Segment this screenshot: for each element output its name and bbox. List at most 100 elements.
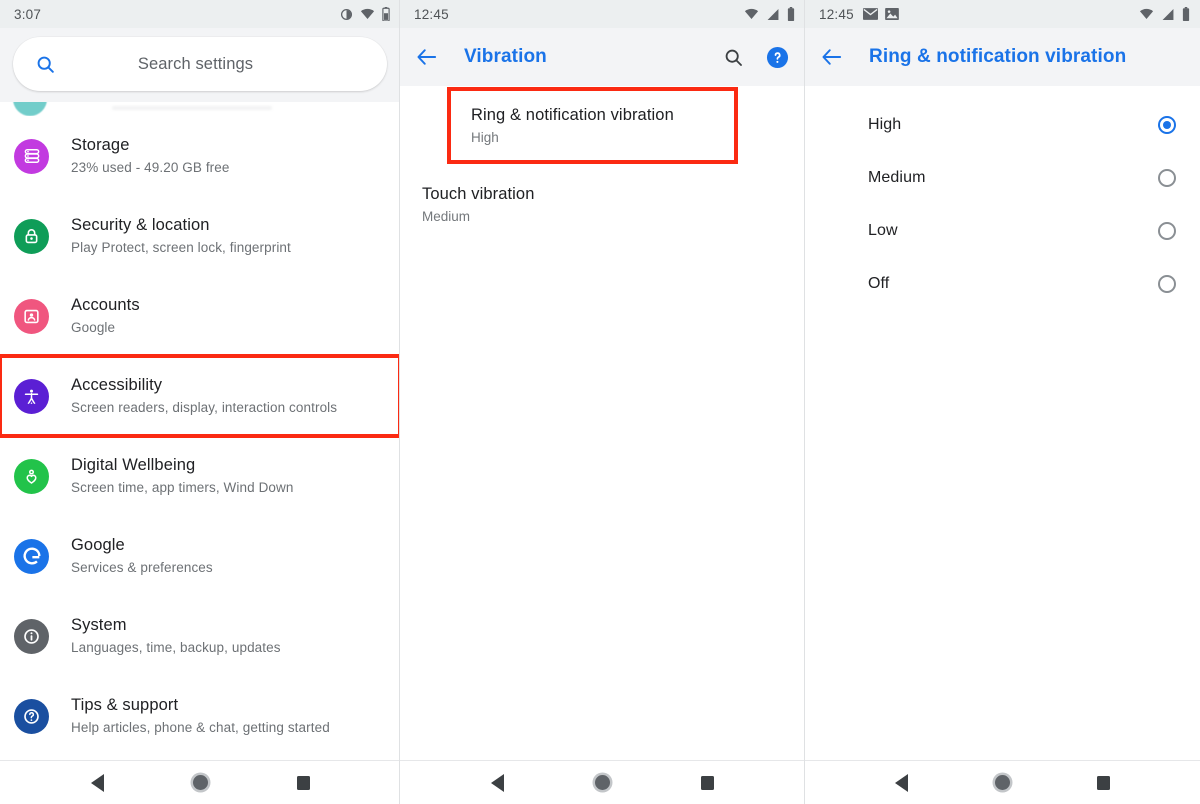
- sidebar-item-subtitle: Play Protect, screen lock, fingerprint: [71, 240, 291, 255]
- question-circle-icon: [14, 698, 49, 734]
- page-title: Ring & notification vibration: [869, 46, 1127, 67]
- mail-icon: [862, 8, 878, 20]
- sidebar-item-security-location[interactable]: Security & location Play Protect, screen…: [0, 196, 400, 276]
- sidebar-item-storage[interactable]: Storage 23% used - 49.20 GB free: [0, 116, 400, 196]
- row-texts: Accessibility Screen readers, display, i…: [71, 375, 337, 417]
- status-icons-group: [1139, 7, 1190, 21]
- back-triangle-icon[interactable]: [491, 773, 505, 792]
- wifi-icon: [1139, 8, 1154, 20]
- ring-notification-vibration-screen: 12:45 Ring & notification vibration High…: [805, 0, 1200, 804]
- navigation-bar-left: [0, 760, 400, 804]
- option-label: Off: [868, 274, 890, 292]
- sidebar-item-accessibility[interactable]: Accessibility Screen readers, display, i…: [0, 354, 400, 438]
- help-circle-icon[interactable]: [766, 46, 789, 69]
- vibration-item-title: Ring & notification vibration: [471, 106, 674, 124]
- sidebar-item-title: Digital Wellbeing: [71, 456, 196, 474]
- search-bar[interactable]: Search settings: [13, 37, 387, 91]
- storage-icon: [14, 138, 49, 174]
- home-circle-icon[interactable]: [594, 775, 610, 790]
- lock-icon: [14, 218, 49, 254]
- sidebar-item-system[interactable]: System Languages, time, backup, updates: [0, 596, 400, 676]
- back-arrow-icon[interactable]: [821, 48, 843, 66]
- home-circle-icon[interactable]: [192, 775, 208, 790]
- status-icons-group: [340, 7, 390, 21]
- option-label: High: [868, 115, 902, 133]
- google-g-icon: [14, 538, 49, 574]
- option-high[interactable]: High: [805, 98, 1200, 151]
- recents-square-icon[interactable]: [1097, 775, 1111, 790]
- accessibility-person-icon: [14, 378, 49, 414]
- app-bar-ring-notification: Ring & notification vibration: [805, 28, 1200, 86]
- image-icon: [884, 8, 899, 20]
- sidebar-item-digital-wellbeing[interactable]: Digital Wellbeing Screen time, app timer…: [0, 436, 400, 516]
- status-bar-left: 3:07: [0, 0, 400, 28]
- sidebar-item-title: Security & location: [71, 216, 210, 234]
- search-icon[interactable]: [723, 47, 744, 68]
- status-clock: 12:45: [819, 6, 854, 22]
- brightness-contrast-icon: [340, 8, 353, 21]
- sidebar-item-subtitle: Languages, time, backup, updates: [71, 640, 281, 655]
- vibration-item-value: Medium: [422, 209, 471, 224]
- status-bar-right: 12:45: [805, 0, 1200, 28]
- home-circle-icon[interactable]: [994, 775, 1010, 790]
- row-texts: Tips & support Help articles, phone & ch…: [71, 695, 330, 737]
- row-texts: Storage 23% used - 49.20 GB free: [71, 135, 230, 177]
- row-texts: Security & location Play Protect, screen…: [71, 215, 291, 257]
- vibration-item-value: High: [471, 130, 499, 145]
- sidebar-item-tips-support[interactable]: Tips & support Help articles, phone & ch…: [0, 676, 400, 756]
- sidebar-item-subtitle: Services & preferences: [71, 560, 213, 575]
- page-title: Vibration: [464, 46, 547, 67]
- account-badge-icon: [14, 298, 49, 334]
- row-texts: Google Services & preferences: [71, 535, 213, 577]
- radio-button-low[interactable]: [1158, 221, 1176, 240]
- option-off[interactable]: Off: [805, 257, 1200, 310]
- sidebar-item-google[interactable]: Google Services & preferences: [0, 516, 400, 596]
- vibration-item-ring-notification[interactable]: Ring & notification vibration High: [447, 87, 738, 164]
- option-low[interactable]: Low: [805, 204, 1200, 257]
- status-icons-group: [744, 7, 795, 21]
- signal-icon: [766, 8, 780, 21]
- row-texts: Accounts Google: [71, 295, 140, 337]
- search-input[interactable]: Search settings: [56, 55, 335, 74]
- radio-button-off[interactable]: [1158, 274, 1176, 293]
- sidebar-item-title: Accessibility: [71, 376, 163, 394]
- partial-row-text: [112, 106, 272, 110]
- sidebar-item-title: System: [71, 616, 127, 634]
- screenshot-stage: 3:07 Search settings Storage 23% used - …: [0, 0, 1200, 804]
- sidebar-item-subtitle: Screen time, app timers, Wind Down: [71, 480, 294, 495]
- info-circle-icon: [14, 618, 49, 654]
- sidebar-item-subtitle: 23% used - 49.20 GB free: [71, 160, 230, 175]
- sidebar-item-subtitle: Screen readers, display, interaction con…: [71, 400, 338, 415]
- recents-square-icon[interactable]: [296, 775, 310, 790]
- search-icon: [35, 54, 56, 75]
- sidebar-item-accounts[interactable]: Accounts Google: [0, 276, 400, 356]
- signal-icon: [1161, 8, 1175, 21]
- recents-square-icon[interactable]: [700, 775, 714, 790]
- partial-row-icon: [13, 102, 47, 116]
- sidebar-item-subtitle: Google: [71, 320, 116, 335]
- vibration-intensity-options: High Medium Low Off: [805, 86, 1200, 310]
- status-bar-mid: 12:45: [400, 0, 805, 28]
- back-triangle-icon[interactable]: [90, 773, 104, 792]
- status-clock: 3:07: [14, 6, 42, 22]
- sidebar-item-title: Accounts: [71, 296, 140, 314]
- search-container: Search settings: [0, 28, 400, 102]
- back-arrow-icon[interactable]: [416, 48, 438, 66]
- settings-screen: 3:07 Search settings Storage 23% used - …: [0, 0, 400, 804]
- radio-button-high[interactable]: [1158, 115, 1176, 134]
- app-bar-actions: [723, 46, 789, 69]
- vibration-item-title: Touch vibration: [422, 185, 535, 203]
- wifi-icon: [744, 8, 759, 20]
- option-medium[interactable]: Medium: [805, 151, 1200, 204]
- navigation-bar-mid: [400, 760, 805, 804]
- vibration-screen: 12:45 Vibration Ring & notification vibr…: [400, 0, 805, 804]
- vibration-option-list: Ring & notification vibration High Touch…: [400, 86, 805, 240]
- heart-person-icon: [14, 458, 49, 494]
- row-texts: System Languages, time, backup, updates: [71, 615, 281, 657]
- back-triangle-icon[interactable]: [894, 773, 908, 792]
- wifi-icon: [360, 8, 375, 20]
- radio-button-medium[interactable]: [1158, 168, 1176, 187]
- battery-icon: [1182, 7, 1190, 21]
- vibration-item-touch[interactable]: Touch vibration Medium: [400, 161, 805, 240]
- battery-icon: [787, 7, 795, 21]
